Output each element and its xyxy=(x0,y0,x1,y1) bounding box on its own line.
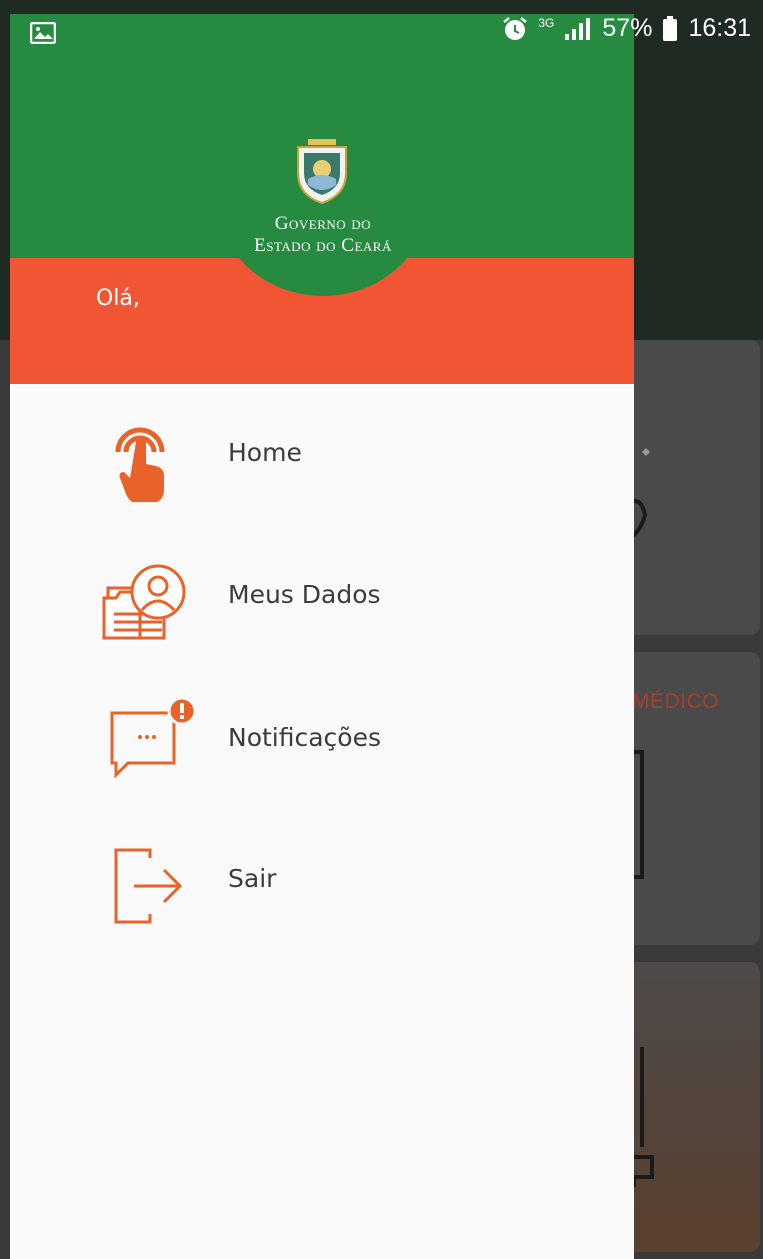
logo-line-1: Governo do xyxy=(274,213,372,234)
menu-item-meus-dados[interactable]: Meus Dados xyxy=(10,536,634,656)
logo-text: Governo do Estado do Ceará xyxy=(210,213,436,257)
navigation-drawer: Governo do Estado do Ceará Olá, Home Meu… xyxy=(10,14,634,1259)
menu-item-home[interactable]: Home xyxy=(10,394,634,514)
ceara-coat-of-arms-icon xyxy=(297,139,347,205)
menu-item-notificacoes[interactable]: Notificações xyxy=(10,679,634,799)
menu-label-home: Home xyxy=(228,438,302,467)
battery-percent: 57% xyxy=(602,14,653,42)
menu-label-notificacoes: Notificações xyxy=(228,723,382,752)
greeting-text: Olá, xyxy=(96,286,140,311)
user-profile-icon xyxy=(102,564,186,640)
clock: 16:31 xyxy=(688,14,751,42)
logo-line-2: Estado do Ceará xyxy=(254,235,392,256)
signal-icon xyxy=(565,17,591,40)
menu-label-meus-dados: Meus Dados xyxy=(228,580,381,609)
menu-item-sair[interactable]: Sair xyxy=(10,820,634,940)
logout-icon xyxy=(114,848,183,924)
battery-icon xyxy=(663,15,678,41)
gallery-notification-icon xyxy=(30,22,56,44)
network-type: 3G xyxy=(538,15,555,30)
menu-label-sair: Sair xyxy=(228,864,277,893)
chat-notification-icon xyxy=(110,697,197,779)
status-icons: 3G 57% 16:31 xyxy=(502,14,751,43)
status-bar: 3G 57% 16:31 xyxy=(0,0,763,64)
background-card-label: MÉDICO xyxy=(632,690,719,713)
alarm-icon xyxy=(503,16,528,40)
tap-hand-icon xyxy=(115,427,165,502)
